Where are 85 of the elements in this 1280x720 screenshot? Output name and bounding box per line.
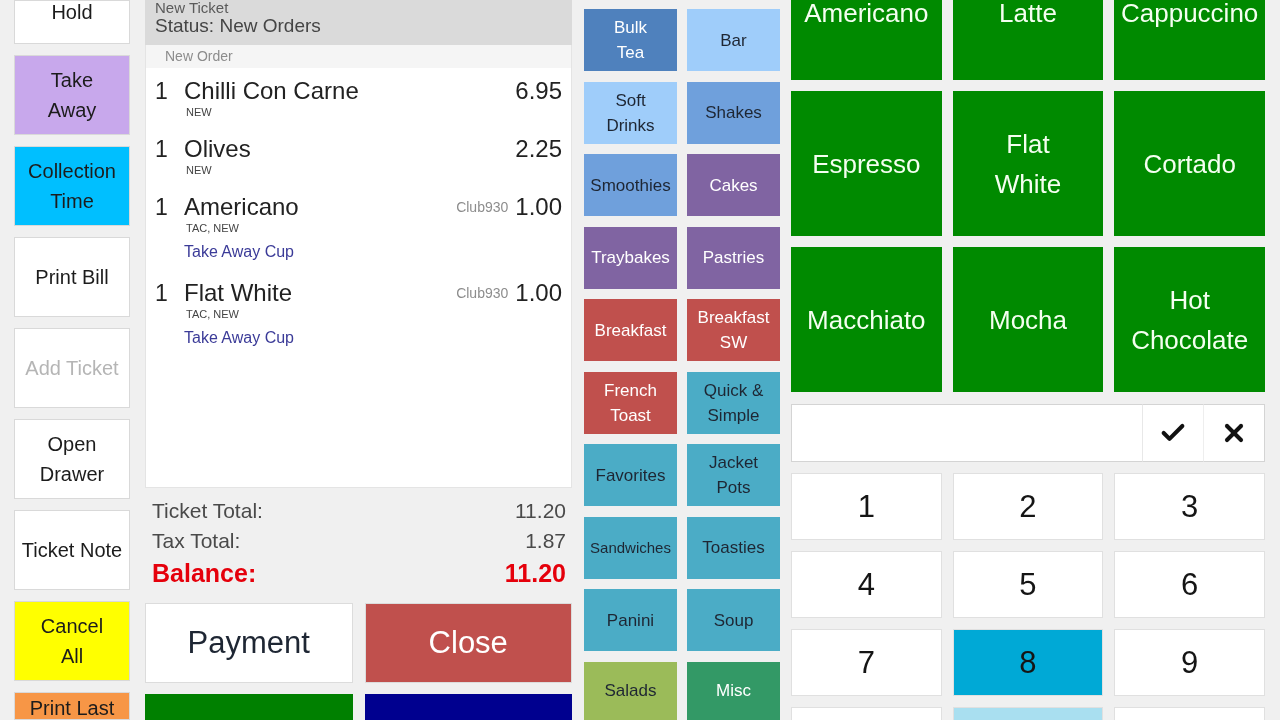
item-account: Club930 <box>456 284 509 303</box>
action-button[interactable]: Hold <box>14 0 130 44</box>
total-label: Ticket Total: <box>152 498 263 524</box>
item-price: 6.95 <box>515 77 562 105</box>
item-quantity: 1 <box>155 77 169 105</box>
numpad-key[interactable] <box>1114 707 1265 720</box>
category-button[interactable]: Breakfast <box>584 299 677 361</box>
category-button[interactable]: Salads <box>584 661 677 720</box>
total-value: 1.87 <box>525 528 566 554</box>
product-button[interactable]: Macchiato <box>791 247 942 392</box>
total-value: 11.20 <box>515 498 566 524</box>
category-button[interactable]: Soup <box>687 589 780 651</box>
category-button[interactable]: Bulk Tea <box>584 9 677 71</box>
action-button[interactable]: Collection Time <box>14 146 130 226</box>
numpad-key[interactable] <box>952 707 1104 720</box>
confirm-button[interactable] <box>1143 404 1204 462</box>
action-button[interactable]: Print Last <box>14 692 130 720</box>
item-price: 2.25 <box>515 135 562 163</box>
product-button[interactable]: Cappuccino <box>1114 0 1265 80</box>
action-button[interactable]: Cancel All <box>14 601 130 681</box>
item-name: Chilli Con Carne <box>184 77 359 105</box>
numpad-key[interactable] <box>791 707 942 720</box>
product-button[interactable]: Espresso <box>791 91 942 236</box>
total-label: Balance: <box>152 558 257 589</box>
numpad-key[interactable]: 8 <box>952 629 1104 696</box>
item-tags: NEW <box>184 163 212 177</box>
ticket-action-button[interactable] <box>145 694 353 720</box>
numpad-key[interactable]: 6 <box>1114 551 1265 618</box>
category-button[interactable]: Misc <box>687 661 780 720</box>
category-button[interactable]: Jacket Pots <box>687 444 780 506</box>
numpad-key[interactable]: 1 <box>791 473 942 540</box>
item-account: Club930 <box>456 198 509 217</box>
ticket-status: Status: New Orders <box>155 15 321 37</box>
item-name: Flat White <box>184 279 293 307</box>
ticket-title: New Ticket <box>155 0 229 15</box>
category-button[interactable]: French Toast <box>584 371 677 434</box>
numpad-key[interactable]: 4 <box>791 551 942 618</box>
item-name: Olives <box>184 135 251 163</box>
total-label: Tax Total: <box>152 528 241 554</box>
item-tags: TAC, NEW <box>184 307 239 321</box>
category-button[interactable]: Bar <box>687 9 780 71</box>
numpad-key[interactable]: 2 <box>952 473 1104 540</box>
category-button[interactable]: Shakes <box>687 81 780 144</box>
category-button[interactable]: Quick & Simple <box>687 371 780 434</box>
action-button[interactable]: Open Drawer <box>14 419 130 499</box>
number-input-field[interactable] <box>791 404 1143 462</box>
category-button[interactable]: Traybakes <box>584 226 677 289</box>
action-button[interactable]: Print Bill <box>14 237 130 317</box>
numpad-key[interactable]: 3 <box>1114 473 1265 540</box>
category-button[interactable]: Panini <box>584 589 677 651</box>
clear-button[interactable] <box>1204 404 1265 462</box>
category-button[interactable]: Pastries <box>687 226 780 289</box>
numpad-key[interactable]: 5 <box>952 551 1104 618</box>
action-button[interactable]: Take Away <box>14 55 130 135</box>
item-name: Americano <box>184 193 299 221</box>
category-button[interactable]: Breakfast SW <box>687 299 780 361</box>
numpad-key[interactable]: 9 <box>1114 629 1265 696</box>
product-button[interactable]: Mocha <box>952 247 1104 392</box>
category-button[interactable]: Toasties <box>687 516 780 579</box>
product-button[interactable]: Latte <box>952 0 1104 80</box>
product-button[interactable]: Flat White <box>952 91 1104 236</box>
close-button[interactable]: Close <box>364 603 572 683</box>
item-quantity: 1 <box>155 279 169 307</box>
item-quantity: 1 <box>155 193 169 221</box>
payment-button[interactable]: Payment <box>145 603 353 683</box>
item-tags: NEW <box>184 105 212 119</box>
category-button[interactable]: Cakes <box>687 154 780 216</box>
order-group-label: New Order <box>146 45 571 68</box>
category-button[interactable]: Smoothies <box>584 154 677 216</box>
numpad-key[interactable]: 7 <box>791 629 942 696</box>
item-price: 1.00 <box>515 279 562 307</box>
total-value: 11.20 <box>504 558 566 589</box>
ticket-action-button[interactable] <box>364 694 572 720</box>
category-button[interactable]: Favorites <box>584 444 677 506</box>
item-modifier: Take Away Cup <box>184 242 294 262</box>
product-button[interactable]: Hot Chocolate <box>1114 247 1265 392</box>
item-quantity: 1 <box>155 135 169 163</box>
product-button[interactable]: Cortado <box>1114 91 1265 236</box>
item-modifier: Take Away Cup <box>184 328 294 348</box>
action-button[interactable]: Ticket Note <box>14 510 130 590</box>
item-tags: TAC, NEW <box>184 221 239 235</box>
category-button[interactable]: Sandwiches <box>584 516 677 579</box>
item-price: 1.00 <box>515 193 562 221</box>
product-button[interactable]: Americano <box>791 0 942 80</box>
category-button[interactable]: Soft Drinks <box>584 81 677 144</box>
